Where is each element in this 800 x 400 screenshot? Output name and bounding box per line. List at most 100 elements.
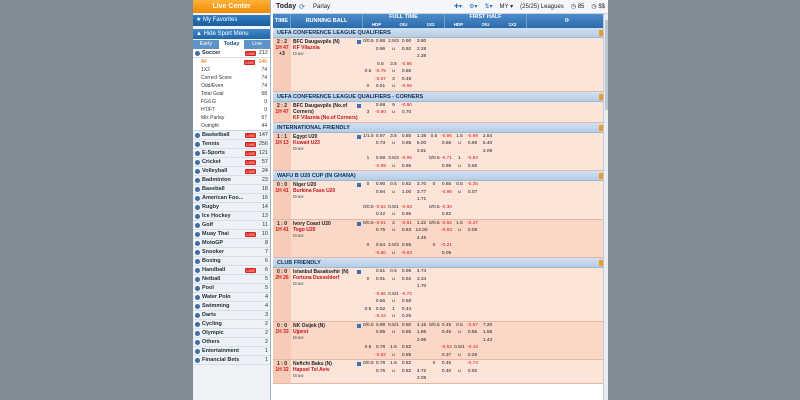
soccer-sub-item[interactable]: Mix Parlay 67: [193, 114, 270, 122]
odds-cell[interactable]: 1.38: [414, 133, 429, 141]
odds-cell[interactable]: -0.66: [373, 291, 388, 299]
odds-cell[interactable]: 2.28: [414, 46, 429, 54]
odds-cell[interactable]: 0.85: [399, 133, 414, 141]
home-team[interactable]: BFC Daugavpils (No.of Corners): [293, 103, 361, 115]
odds-cell[interactable]: 0.82: [399, 181, 414, 189]
odds-cell[interactable]: 0.76: [373, 344, 388, 352]
odds-cell[interactable]: 0.68: [373, 102, 388, 110]
sidebar-item-sport[interactable]: Ice Hockey 13: [193, 212, 270, 221]
odds-cell[interactable]: 0.63: [399, 227, 414, 235]
tab-early[interactable]: Early: [193, 40, 219, 49]
odds-cell[interactable]: -0.25: [465, 181, 480, 189]
stats-icon[interactable]: [357, 134, 361, 139]
sidebar-item-sport[interactable]: Cricket LIVE 57: [193, 158, 270, 167]
odds-cell[interactable]: 0.75: [373, 227, 388, 235]
odds-cell[interactable]: -0.86: [399, 61, 414, 69]
odds-cell[interactable]: 1.22: [414, 220, 429, 228]
odds-cell[interactable]: 0.65: [465, 163, 480, 171]
my-favorites-link[interactable]: ★ My Favorites: [193, 15, 270, 26]
odds-cell[interactable]: 0.58: [399, 298, 414, 306]
sidebar-item-sport[interactable]: Muay Thai LIVE 10: [193, 230, 270, 239]
odds-cell[interactable]: 0.51: [373, 83, 388, 91]
odds-cell[interactable]: 4.72: [414, 368, 429, 376]
odds-cell[interactable]: 0.48: [399, 76, 414, 84]
odds-cell[interactable]: -0.53: [439, 344, 454, 352]
odds-cell[interactable]: 0.66: [439, 140, 454, 148]
odds-cell[interactable]: 0.52: [373, 306, 388, 314]
away-team[interactable]: KF Vllaznia (No.of Corners): [293, 115, 361, 121]
sidebar-item-sport[interactable]: Baseball 18: [193, 185, 270, 194]
soccer-sub-item[interactable]: 1X2 74: [193, 66, 270, 74]
odds-cell[interactable]: -0.30: [439, 204, 454, 212]
stats-icon[interactable]: [357, 323, 361, 328]
sidebar-item-sport[interactable]: Volleyball LIVE 24: [193, 167, 270, 176]
odds-cell[interactable]: 0.42: [373, 211, 388, 219]
odds-cell[interactable]: 0.05: [439, 250, 454, 258]
odds-cell[interactable]: 0.65: [439, 181, 454, 189]
odds-cell[interactable]: -0.96: [439, 133, 454, 141]
sidebar-item-sport[interactable]: Snooker 7: [193, 248, 270, 257]
soccer-sub-item[interactable]: Odd/Even 74: [193, 82, 270, 90]
odds-cell[interactable]: 0.99: [373, 322, 388, 330]
tab-today[interactable]: Today: [218, 40, 245, 49]
odds-cell[interactable]: 0.45: [439, 322, 454, 330]
odds-cell[interactable]: 0.69: [373, 155, 388, 163]
sidebar-item-sport[interactable]: Basketball LIVE 147: [193, 131, 270, 140]
odds-cell[interactable]: -0.91: [373, 220, 388, 228]
odds-cell[interactable]: -0.80: [373, 250, 388, 258]
odds-cell[interactable]: 0.85: [373, 329, 388, 337]
odds-cell[interactable]: 2.96: [414, 337, 429, 345]
odds-cell[interactable]: 0.45: [439, 329, 454, 337]
odds-cell[interactable]: -0.21: [439, 242, 454, 250]
odds-cell[interactable]: 0.44: [399, 306, 414, 314]
tab-live[interactable]: Live: [244, 40, 270, 49]
odds-cell[interactable]: 0.61: [373, 268, 388, 276]
odds-cell[interactable]: 0.90: [399, 38, 414, 46]
live-center-button[interactable]: Live Center: [193, 0, 270, 13]
odds-cell[interactable]: 0.37: [439, 352, 454, 360]
odds-cell[interactable]: 0.76: [373, 368, 388, 376]
soccer-sub-item[interactable]: Outright 44: [193, 122, 270, 130]
sidebar-item-sport[interactable]: Handball LIVE 6: [193, 266, 270, 275]
odds-cell[interactable]: 0.73: [373, 140, 388, 148]
odds-cell[interactable]: 0.56: [465, 329, 480, 337]
sidebar-item-sport[interactable]: Olympic 2: [193, 329, 270, 338]
sidebar-item-sport[interactable]: Entertainment 1: [193, 347, 270, 356]
soccer-sub-item[interactable]: Total Goal 68: [193, 90, 270, 98]
odds-cell[interactable]: 3.34: [414, 276, 429, 284]
odds-cell[interactable]: 1.58: [480, 329, 495, 337]
odds-cell[interactable]: 0.09: [465, 227, 480, 235]
sidebar-item-sport[interactable]: Badminton 23: [193, 176, 270, 185]
sidebar-item-sport[interactable]: Boxing 6: [193, 257, 270, 266]
odds-cell[interactable]: 3.81: [414, 148, 429, 156]
leagues-select[interactable]: (25/25) Leagues: [520, 4, 564, 10]
soccer-sub-item[interactable]: FG/LG 0: [193, 98, 270, 106]
odds-cell[interactable]: 1.85: [414, 329, 429, 337]
sort-icon[interactable]: ⇅▾: [484, 3, 492, 10]
odds-cell[interactable]: 0.92: [399, 46, 414, 54]
sidebar-item-sport[interactable]: Pool 5: [193, 284, 270, 293]
refresh-header-icon[interactable]: ⟳: [527, 14, 608, 28]
odds-type-select[interactable]: MY ▾: [500, 3, 514, 10]
odds-cell[interactable]: -0.81: [399, 220, 414, 228]
mini-icon-a[interactable]: ◷ 85: [571, 3, 585, 10]
odds-cell[interactable]: 0.97: [373, 133, 388, 141]
parlay-tab[interactable]: Parlay: [313, 4, 330, 10]
odds-cell[interactable]: 1.70: [414, 283, 429, 291]
odds-cell[interactable]: 0.92: [465, 368, 480, 376]
odds-cell[interactable]: 0.82: [399, 368, 414, 376]
odds-cell[interactable]: 0.89: [465, 140, 480, 148]
odds-cell[interactable]: 5.40: [480, 140, 495, 148]
odds-cell[interactable]: 0.5: [373, 61, 388, 69]
odds-cell[interactable]: 0.64: [373, 242, 388, 250]
sidebar-item-sport[interactable]: Rugby 14: [193, 203, 270, 212]
odds-cell[interactable]: 1.71: [414, 196, 429, 204]
sidebar-item-sport[interactable]: Golf 11: [193, 221, 270, 230]
odds-cell[interactable]: 0.95: [439, 163, 454, 171]
odds-cell[interactable]: -0.92: [373, 352, 388, 360]
sidebar-item-sport[interactable]: Darts 3: [193, 311, 270, 320]
odds-cell[interactable]: 3.80: [414, 38, 429, 46]
scrollbar-thumb[interactable]: [605, 20, 608, 110]
odds-cell[interactable]: 2.84: [480, 133, 495, 141]
odds-cell[interactable]: -0.74: [465, 360, 480, 368]
